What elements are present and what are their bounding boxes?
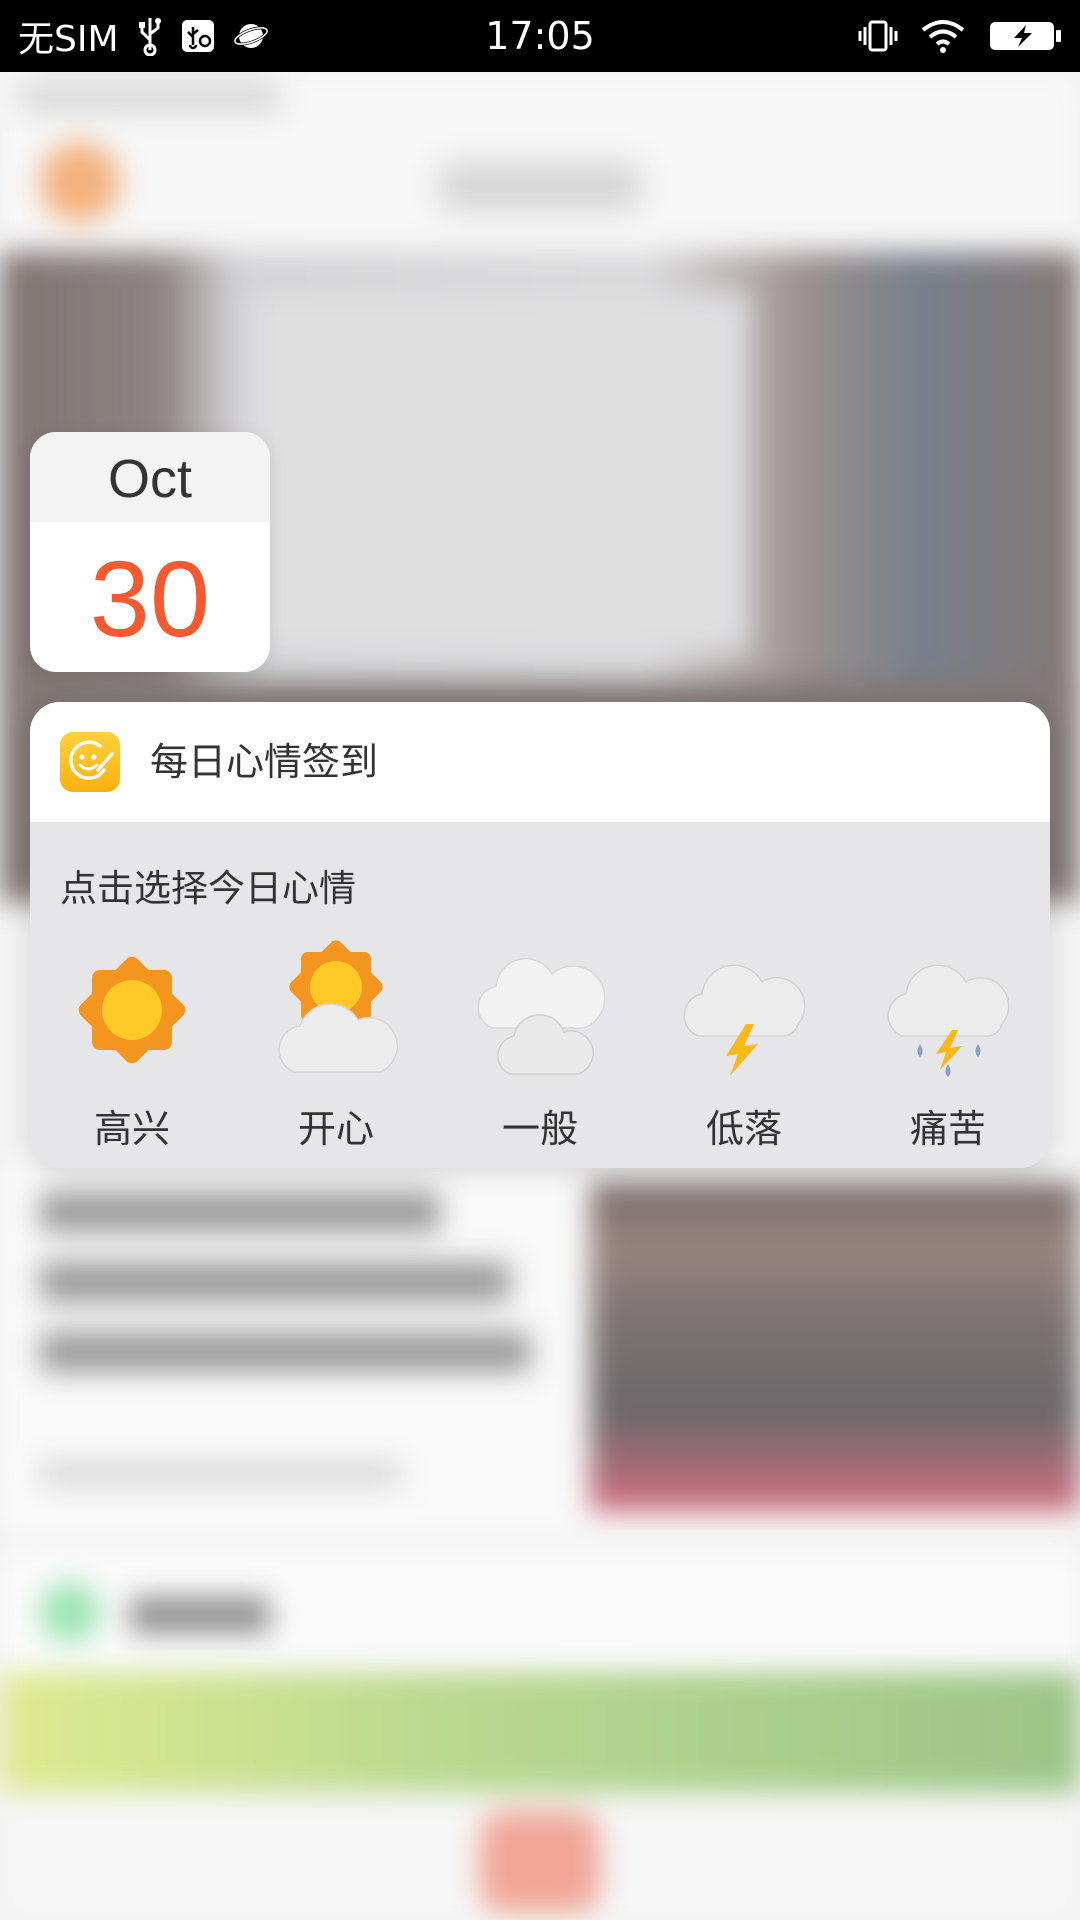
status-bar: 无SIM 17:05 xyxy=(0,0,1080,72)
date-month: Oct xyxy=(30,432,270,522)
widget-title: 每日心情签到 xyxy=(150,740,379,784)
thunderstorm-rain-icon xyxy=(878,940,1018,1080)
partly-sunny-icon xyxy=(266,940,406,1080)
mood-prompt: 点击选择今日心情 xyxy=(60,867,356,910)
date-day: 30 xyxy=(89,538,211,659)
mood-options: 高兴 开心 一般 低落 痛苦 xyxy=(30,940,1050,1168)
mood-option-ordinary[interactable]: 一般 xyxy=(438,940,642,1168)
mood-label: 高兴 xyxy=(93,1107,170,1151)
widget-header[interactable]: 每日心情签到 xyxy=(30,702,1050,822)
widget-body: 点击选择今日心情 高兴 开心 一般 低落 痛苦 xyxy=(30,822,1050,1168)
mood-label: 低落 xyxy=(705,1107,782,1151)
sunny-icon xyxy=(62,940,202,1080)
mood-option-low[interactable]: 低落 xyxy=(642,940,846,1168)
mood-label: 痛苦 xyxy=(909,1107,986,1151)
wifi-icon xyxy=(920,18,966,54)
mood-option-glad[interactable]: 开心 xyxy=(234,940,438,1168)
thunder-cloud-icon xyxy=(674,940,814,1080)
battery-charging-icon xyxy=(988,19,1062,53)
status-right xyxy=(858,0,1062,72)
vibrate-icon xyxy=(858,19,898,53)
mood-label: 一般 xyxy=(501,1107,578,1151)
cloudy-icon xyxy=(470,940,610,1080)
date-card: Oct 30 xyxy=(30,432,270,672)
mood-option-painful[interactable]: 痛苦 xyxy=(846,940,1050,1168)
smiley-app-icon xyxy=(60,732,120,792)
mood-checkin-widget: 每日心情签到 点击选择今日心情 高兴 开心 一般 低落 痛苦 xyxy=(30,702,1050,1168)
mood-label: 开心 xyxy=(297,1107,374,1151)
mood-option-happy[interactable]: 高兴 xyxy=(30,940,234,1168)
